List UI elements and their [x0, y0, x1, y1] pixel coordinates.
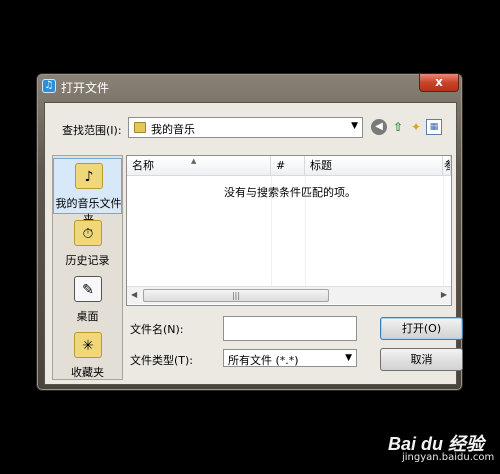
desktop-icon: ✎ — [74, 276, 102, 302]
column-header-name[interactable]: 名称 ▲ — [127, 156, 271, 176]
new-folder-icon[interactable]: ✦ — [408, 119, 424, 135]
column-label: 名称 — [132, 159, 154, 172]
up-folder-icon[interactable]: ⇧ — [390, 119, 406, 135]
cancel-button[interactable]: 取消 — [380, 348, 463, 371]
lookin-label: 查找范围(I): — [62, 124, 122, 137]
column-header-title[interactable]: 标题 — [305, 156, 443, 176]
place-label: 桌面 — [76, 310, 99, 323]
folder-icon — [134, 122, 146, 133]
place-item-desktop[interactable]: ✎ 桌面 — [53, 272, 122, 328]
app-icon: ♫ — [42, 79, 56, 93]
filename-input[interactable] — [223, 316, 357, 341]
filetype-value: 所有文件 (*.*) — [228, 354, 299, 367]
lookin-dropdown[interactable]: 我的音乐 ▼ — [128, 117, 363, 138]
views-menu-icon[interactable]: ▦ — [426, 119, 442, 135]
sort-caret-icon: ▲ — [191, 157, 197, 165]
history-icon: ⏱ — [74, 220, 102, 246]
horizontal-scrollbar[interactable]: ◀ ||| ▶ — [127, 286, 451, 304]
place-item-history[interactable]: ⏱ 历史记录 — [53, 216, 122, 272]
back-icon[interactable]: ◀ — [371, 119, 387, 135]
title-bar[interactable]: ♫ 打开文件 x — [37, 74, 464, 99]
music-folder-icon: ♪ — [75, 163, 103, 189]
dialog-client-area: 查找范围(I): 我的音乐 ▼ ◀ ⇧ ✦ ▦ ♪ 我的音乐文件夹 ⏱ 历史记录… — [44, 102, 463, 385]
column-header-track[interactable]: # — [271, 156, 305, 176]
filetype-label: 文件类型(T): — [130, 354, 194, 367]
column-header-partial[interactable]: 参 — [443, 156, 451, 176]
scroll-thumb[interactable]: ||| — [143, 289, 329, 302]
watermark-logo: Bai du 经验 — [388, 434, 485, 454]
favorites-icon: ✳ — [74, 332, 102, 358]
place-label: 收藏夹 — [71, 366, 104, 379]
dialog-title: 打开文件 — [61, 81, 110, 95]
chevron-down-icon: ▼ — [351, 121, 358, 131]
scroll-right-icon[interactable]: ▶ — [441, 290, 447, 299]
place-item-favorites[interactable]: ✳ 收藏夹 — [53, 328, 122, 379]
place-label: 历史记录 — [65, 254, 110, 267]
lookin-value: 我的音乐 — [151, 123, 195, 136]
watermark-url: jingyan.baidu.com — [402, 452, 495, 463]
scroll-left-icon[interactable]: ◀ — [131, 290, 137, 299]
file-list[interactable]: 名称 ▲ # 标题 参 没有与搜索条件匹配的项。 ◀ ||| ▶ — [126, 155, 452, 306]
close-button[interactable]: x — [419, 74, 459, 92]
places-bar: ♪ 我的音乐文件夹 ⏱ 历史记录 ✎ 桌面 ✳ 收藏夹 — [52, 155, 123, 380]
filename-label: 文件名(N): — [130, 323, 184, 336]
open-button[interactable]: 打开(O) — [380, 317, 463, 340]
filetype-dropdown[interactable]: 所有文件 (*.*) ▼ — [223, 349, 357, 367]
chevron-down-icon: ▼ — [345, 353, 352, 363]
open-file-dialog: ♫ 打开文件 x 查找范围(I): 我的音乐 ▼ ◀ ⇧ ✦ ▦ ♪ 我的音乐文… — [36, 73, 463, 391]
empty-list-message: 没有与搜索条件匹配的项。 — [224, 186, 356, 199]
place-item-music[interactable]: ♪ 我的音乐文件夹 — [53, 158, 122, 226]
